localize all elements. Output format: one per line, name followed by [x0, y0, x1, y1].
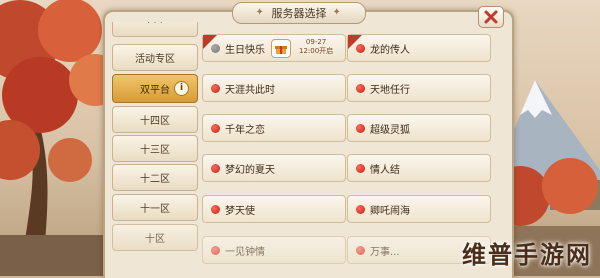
status-dot-icon [356, 204, 365, 214]
server-item[interactable]: 梦天使 [202, 195, 346, 223]
close-button[interactable] [478, 6, 504, 28]
ornament-icon-right: ✦ [332, 7, 341, 18]
sidebar-item-label: 活动专区 [135, 54, 175, 65]
server-name: 天地任行 [370, 84, 410, 96]
server-item[interactable]: 一见钟情 [202, 236, 346, 264]
status-dot-icon [211, 83, 220, 93]
server-item[interactable]: 龙的传人 [347, 34, 491, 62]
new-tag-icon [348, 35, 362, 49]
status-dot-icon [211, 123, 220, 133]
sidebar-item-dual-platform[interactable]: 双平台 i [112, 74, 198, 103]
dialog-title: 服务器选择 [271, 7, 327, 20]
status-dot-icon [211, 245, 220, 255]
sidebar-item-events[interactable]: 活动专区 [112, 44, 198, 71]
sidebar-item-zone-12[interactable]: 十二区 [112, 164, 198, 191]
status-dot-icon [211, 163, 220, 173]
sidebar-item-label: 十一区 [140, 204, 170, 215]
server-name: 一见钟情 [225, 246, 265, 258]
sidebar-item-label: 十四区 [140, 116, 170, 127]
region-sidebar: · · · 活动专区 双平台 i 十四区 十三区 十二区 十一区 十区 [108, 22, 200, 276]
gift-time-badge: 09-27 12:00开启 [299, 38, 333, 56]
sidebar-item-zone-10[interactable]: 十区 [112, 224, 198, 251]
server-item[interactable]: 生日快乐 09-27 12:00开启 [202, 34, 346, 62]
status-dot-icon [356, 245, 365, 255]
server-name: 天涯共此时 [225, 84, 275, 96]
status-dot-icon [356, 83, 365, 93]
server-item[interactable]: 卿吒闹海 [347, 195, 491, 223]
server-name: 龙的传人 [370, 44, 410, 56]
status-dot-icon [356, 163, 365, 173]
gift-date: 09-27 [305, 38, 327, 46]
new-tag-icon [203, 35, 217, 49]
server-name: 情人结 [370, 164, 400, 176]
server-item[interactable]: 天涯共此时 [202, 74, 346, 102]
info-icon[interactable]: i [174, 81, 189, 96]
dialog-title-bar: ✦ 服务器选择 ✦ [232, 2, 366, 24]
server-name: 千年之恋 [225, 124, 265, 136]
close-icon [484, 10, 498, 24]
server-name: 超级灵狐 [370, 124, 410, 136]
sidebar-item-zone-11[interactable]: 十一区 [112, 194, 198, 221]
ornament-icon-left: ✦ [255, 7, 264, 18]
sidebar-item-label: 十区 [145, 234, 165, 245]
server-name: 卿吒闹海 [370, 205, 410, 217]
server-item[interactable]: 梦幻的夏天 [202, 154, 346, 182]
server-name: 梦天使 [225, 205, 255, 217]
server-name: 万事... [370, 246, 400, 258]
gift-icon[interactable] [271, 39, 291, 58]
sidebar-item-label: 十二区 [140, 174, 170, 185]
sidebar-item-partial[interactable]: · · · [112, 22, 198, 37]
server-item[interactable]: 千年之恋 [202, 114, 346, 142]
watermark-text: 维普手游网 [462, 241, 592, 269]
sidebar-item-zone-13[interactable]: 十三区 [112, 135, 198, 162]
server-item[interactable]: 超级灵狐 [347, 114, 491, 142]
gift-time: 12:00开启 [299, 47, 334, 55]
sidebar-item-label: 双平台 [140, 85, 170, 96]
server-name: 生日快乐 [225, 44, 265, 56]
sidebar-item-label: 十三区 [140, 145, 170, 156]
status-dot-icon [211, 204, 220, 214]
server-item[interactable]: 天地任行 [347, 74, 491, 102]
status-dot-icon [356, 123, 365, 133]
server-name: 梦幻的夏天 [225, 164, 275, 176]
sidebar-item-zone-14[interactable]: 十四区 [112, 106, 198, 133]
server-item[interactable]: 情人结 [347, 154, 491, 182]
